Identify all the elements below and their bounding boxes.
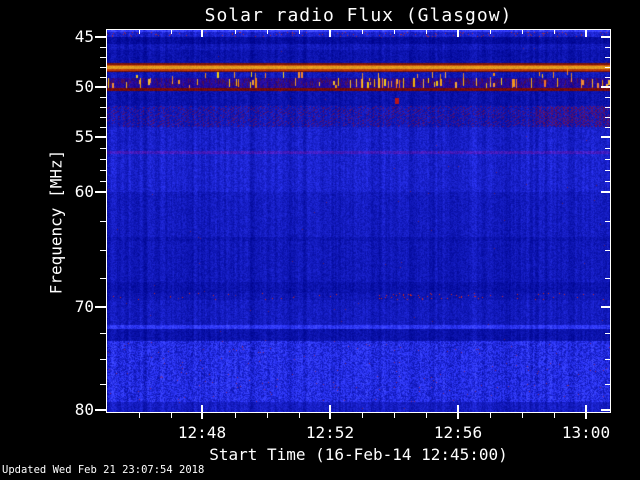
spectrogram-canvas: [107, 30, 610, 412]
y-major-tick-left: [95, 36, 107, 38]
x-major-tick-bottom: [201, 405, 203, 419]
y-minor-tick-left: [100, 250, 107, 251]
y-minor-tick-right: [605, 250, 610, 251]
y-minor-tick-right: [605, 117, 610, 118]
x-minor-tick-top: [426, 30, 427, 34]
y-tick-label: 80: [74, 400, 94, 419]
y-minor-tick-right: [605, 107, 610, 108]
y-minor-tick-right: [605, 170, 610, 171]
y-minor-tick-right: [605, 47, 610, 48]
x-axis-title: Start Time (16-Feb-14 12:45:00): [209, 445, 508, 464]
x-minor-tick-top: [139, 30, 140, 34]
x-minor-tick-top: [490, 30, 491, 34]
x-tick-label: 12:56: [433, 423, 483, 442]
y-minor-tick-left: [100, 359, 107, 360]
x-minor-tick-top: [299, 30, 300, 34]
y-minor-tick-left: [100, 148, 107, 149]
y-minor-tick-left: [100, 170, 107, 171]
x-minor-tick-bottom: [299, 412, 300, 418]
y-minor-tick-right: [605, 278, 610, 279]
y-minor-tick-left: [100, 221, 107, 222]
y-major-tick-left: [95, 86, 107, 88]
y-minor-tick-right: [605, 127, 610, 128]
x-minor-tick-bottom: [139, 412, 140, 418]
y-minor-tick-left: [100, 278, 107, 279]
x-minor-tick-bottom: [394, 412, 395, 418]
x-tick-label: 13:00: [561, 423, 611, 442]
y-major-tick-left: [95, 306, 107, 308]
y-major-tick-right: [601, 409, 610, 411]
x-minor-tick-top: [522, 30, 523, 34]
y-tick-label: 50: [74, 77, 94, 96]
y-minor-tick-right: [605, 384, 610, 385]
y-minor-tick-right: [605, 148, 610, 149]
x-minor-tick-top: [394, 30, 395, 34]
x-minor-tick-top: [171, 30, 172, 34]
updated-timestamp: Updated Wed Feb 21 23:07:54 2018: [2, 464, 205, 476]
x-major-tick-top: [201, 30, 203, 37]
y-minor-tick-right: [605, 333, 610, 334]
x-minor-tick-bottom: [522, 412, 523, 418]
x-minor-tick-bottom: [171, 412, 172, 418]
y-minor-tick-left: [100, 47, 107, 48]
y-minor-tick-left: [100, 67, 107, 68]
x-minor-tick-bottom: [426, 412, 427, 418]
x-major-tick-bottom: [585, 405, 587, 419]
x-minor-tick-top: [235, 30, 236, 34]
y-minor-tick-left: [100, 127, 107, 128]
y-major-tick-right: [601, 136, 610, 138]
x-major-tick-top: [585, 30, 587, 37]
y-major-tick-right: [601, 191, 610, 193]
y-minor-tick-left: [100, 107, 107, 108]
y-minor-tick-right: [605, 359, 610, 360]
y-tick-label: 70: [74, 297, 94, 316]
x-major-tick-bottom: [457, 405, 459, 419]
y-minor-tick-right: [605, 57, 610, 58]
y-major-tick-left: [95, 136, 107, 138]
x-minor-tick-bottom: [267, 412, 268, 418]
y-tick-label: 60: [74, 182, 94, 201]
y-minor-tick-left: [100, 117, 107, 118]
x-minor-tick-top: [362, 30, 363, 34]
y-major-tick-right: [601, 36, 610, 38]
y-minor-tick-right: [605, 97, 610, 98]
y-major-tick-right: [601, 306, 610, 308]
y-minor-tick-right: [605, 159, 610, 160]
x-tick-label: 12:52: [305, 423, 355, 442]
y-minor-tick-right: [605, 221, 610, 222]
x-major-tick-top: [329, 30, 331, 37]
x-minor-tick-top: [267, 30, 268, 34]
spectrogram-page: Solar radio Flux (Glasgow) 12:48 12:52 12:…: [0, 0, 640, 480]
y-major-tick-left: [95, 191, 107, 193]
y-minor-tick-left: [100, 333, 107, 334]
x-major-tick-top: [457, 30, 459, 37]
x-minor-tick-top: [554, 30, 555, 34]
y-minor-tick-left: [100, 97, 107, 98]
y-minor-tick-left: [100, 77, 107, 78]
y-minor-tick-right: [605, 67, 610, 68]
y-tick-label: 45: [74, 27, 94, 46]
y-major-tick-left: [95, 409, 107, 411]
y-minor-tick-left: [100, 159, 107, 160]
y-minor-tick-left: [100, 181, 107, 182]
x-minor-tick-bottom: [362, 412, 363, 418]
x-minor-tick-bottom: [235, 412, 236, 418]
x-tick-label: 12:48: [177, 423, 227, 442]
y-major-tick-right: [601, 86, 610, 88]
y-minor-tick-left: [100, 384, 107, 385]
y-tick-label: 55: [74, 127, 94, 146]
x-minor-tick-bottom: [490, 412, 491, 418]
y-minor-tick-right: [605, 181, 610, 182]
chart-title: Solar radio Flux (Glasgow): [204, 5, 513, 26]
y-minor-tick-right: [605, 77, 610, 78]
x-major-tick-bottom: [329, 405, 331, 419]
y-minor-tick-left: [100, 57, 107, 58]
x-minor-tick-bottom: [554, 412, 555, 418]
